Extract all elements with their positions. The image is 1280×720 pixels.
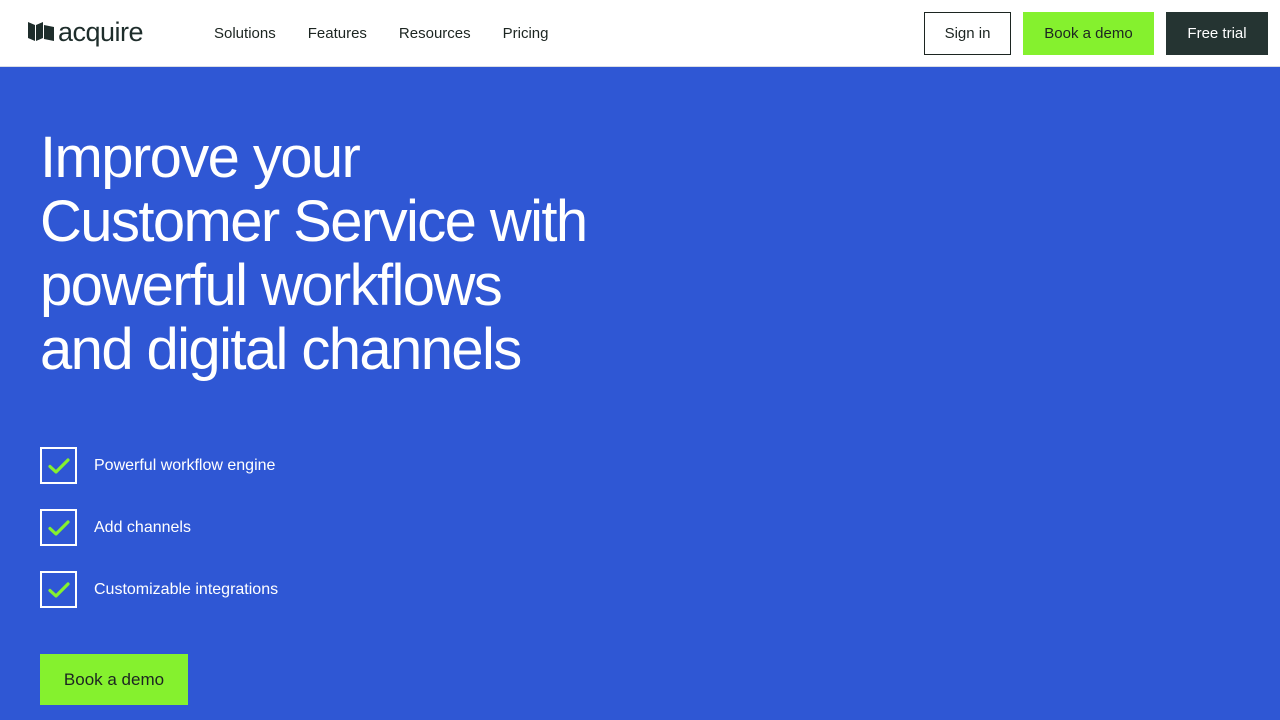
checkmark-icon xyxy=(47,581,70,598)
headline-line: powerful workflows xyxy=(40,253,503,318)
headline-line: and digital channels xyxy=(40,317,522,382)
feature-item: Customizable integrations xyxy=(40,571,278,608)
checkbox-checked xyxy=(40,509,77,546)
hero-section: Improve your Customer Service with power… xyxy=(0,67,1280,720)
sign-in-button[interactable]: Sign in xyxy=(924,12,1011,55)
book-demo-hero-button[interactable]: Book a demo xyxy=(40,654,188,705)
feature-list: Powerful workflow engine Add channels Cu… xyxy=(40,447,278,633)
checkmark-icon xyxy=(47,457,70,474)
checkbox-checked xyxy=(40,447,77,484)
feature-label: Add channels xyxy=(94,518,191,536)
headline-line: Customer Service with xyxy=(40,189,588,254)
acquire-flag-logo-icon xyxy=(28,22,54,41)
nav-item-resources[interactable]: Resources xyxy=(399,25,471,42)
checkbox-checked xyxy=(40,571,77,608)
feature-label: Powerful workflow engine xyxy=(94,456,276,474)
feature-item: Add channels xyxy=(40,509,278,546)
nav-item-solutions[interactable]: Solutions xyxy=(214,25,276,42)
checkmark-icon xyxy=(47,519,70,536)
logo[interactable]: acquire xyxy=(28,17,144,47)
free-trial-button[interactable]: Free trial xyxy=(1166,12,1268,55)
main-nav: Solutions Features Resources Pricing xyxy=(214,0,548,66)
nav-item-pricing[interactable]: Pricing xyxy=(503,25,549,42)
feature-item: Powerful workflow engine xyxy=(40,447,278,484)
hero-headline: Improve your Customer Service with power… xyxy=(40,126,720,382)
site-header: acquire Solutions Features Resources Pri… xyxy=(0,0,1280,67)
feature-label: Customizable integrations xyxy=(94,580,279,598)
nav-item-features[interactable]: Features xyxy=(308,25,367,42)
book-demo-header-button[interactable]: Book a demo xyxy=(1023,12,1154,55)
headline-line: Improve your xyxy=(40,125,361,190)
brand-name: acquire xyxy=(58,17,144,47)
